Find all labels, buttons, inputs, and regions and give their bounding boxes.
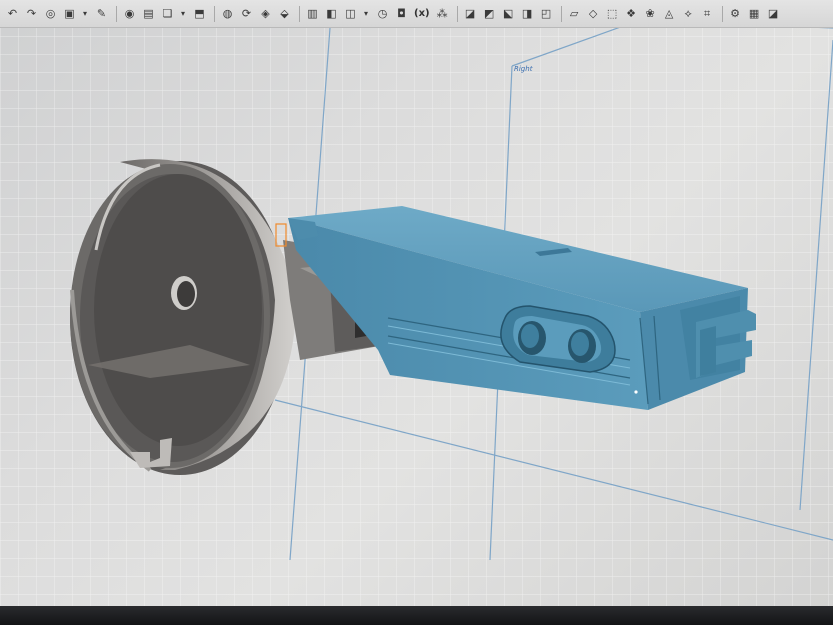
toolbar-separator [560,5,562,22]
view-icon[interactable]: ◉ [121,5,138,23]
shell-icon[interactable]: ◘ [393,5,410,23]
extrude-icon[interactable]: ⬒ [191,5,208,23]
revolve-icon[interactable]: ◍ [219,5,236,23]
wrap-icon[interactable]: ❀ [642,5,659,23]
mate-icon[interactable]: ◰ [538,5,555,23]
clock-icon[interactable]: ◷ [374,5,391,23]
viewport-canvas[interactable]: Right [0,19,833,606]
dropdown-icon[interactable]: ▾ [178,5,188,23]
right-plane-label: Right [514,65,533,73]
sweep-icon[interactable]: ⟳ [238,5,255,23]
section-icon[interactable]: ⟡ [680,5,697,23]
plane-icon[interactable]: ▱ [566,5,583,23]
3d-viewport[interactable]: Right [0,19,833,606]
toolbar-separator [214,5,215,22]
helix-icon[interactable]: ◇ [585,5,602,23]
pattern-icon[interactable]: ⁂ [434,5,451,23]
undo-icon[interactable]: ↶ [4,5,21,23]
save-icon[interactable]: ▣ [61,5,78,23]
toolbar-separator [116,5,117,22]
toolbar-separator [721,5,723,22]
dropdown-icon[interactable]: ▾ [80,5,90,23]
boolean-icon[interactable]: ◪ [462,5,479,23]
draft-icon[interactable]: ◫ [342,5,359,23]
feature-toolbar: ↶ ↷ ◎ ▣ ▾ ✎ ◉ ▤ ❏ ▾ ⬒ ◍ ⟳ ◈ ⬙ ▥ ◧ ◫ ▾ ◷ ◘ (x) ⁂ ◪ ◩ ⬕ ◨ ◰ ▱ ◇ ⬚ ❖ ❀ ◬ ⟡ ⌗ ⚙ ▦… [0,0,833,28]
thicken-icon[interactable]: ⌗ [699,5,716,23]
settings-icon[interactable]: ⚙ [727,5,744,23]
fillet-icon[interactable]: ▥ [304,5,321,23]
more-icon[interactable]: ◪ [765,5,782,23]
transform-icon[interactable]: ⬕ [500,5,517,23]
variable-icon[interactable]: (x) [412,5,432,23]
curve-icon[interactable]: ❖ [623,5,640,23]
stop-icon[interactable]: ◎ [42,5,59,23]
mirror-icon[interactable]: ◨ [519,5,536,23]
loft-icon[interactable]: ◈ [257,5,274,23]
measure-icon[interactable]: ◬ [661,5,678,23]
folder-icon[interactable]: ❏ [159,5,176,23]
sketch-icon[interactable]: ✎ [93,5,110,23]
cad-screen: ↶ ↷ ◎ ▣ ▾ ✎ ◉ ▤ ❏ ▾ ⬒ ◍ ⟳ ◈ ⬙ ▥ ◧ ◫ ▾ ◷ ◘ (x) ⁂ ◪ ◩ ⬕ ◨ ◰ ▱ ◇ ⬚ ❖ ❀ ◬ ⟡ ⌗ ⚙ ▦… [0,0,833,606]
surface-icon[interactable]: ⬚ [604,5,621,23]
redo-icon[interactable]: ↷ [23,5,40,23]
dropdown-icon[interactable]: ▾ [361,5,371,23]
rib-icon[interactable]: ⬙ [276,5,293,23]
split-icon[interactable]: ◩ [481,5,498,23]
display-icon[interactable]: ▤ [140,5,157,23]
monitor-bezel [0,606,833,625]
toolbar-separator [299,5,300,22]
grid-icon[interactable]: ▦ [746,5,763,23]
toolbar-separator [456,5,458,22]
chamfer-icon[interactable]: ◧ [323,5,340,23]
